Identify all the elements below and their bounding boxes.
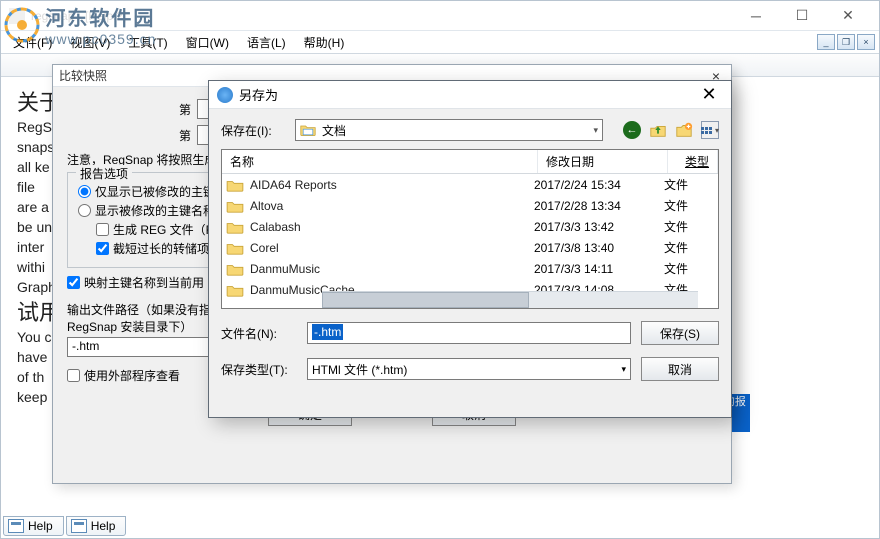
file-list: 名称 修改日期 类型 AIDA64 Reports2017/2/24 15:34… [221,149,719,309]
filename-label: 文件名(N): [221,325,297,342]
checkbox-label: 截短过长的转储项 [113,240,209,257]
file-name: AIDA64 Reports [250,178,534,192]
back-icon[interactable]: ← [623,121,641,139]
maximize-button[interactable]: ☐ [779,2,825,30]
tab-help-1[interactable]: Help [3,516,64,536]
file-date: 2017/2/24 15:34 [534,178,664,192]
up-one-level-icon[interactable] [649,121,667,139]
filetype-select[interactable]: HTMl 文件 (*.htm) ▾ [307,358,631,380]
folder-icon [226,283,244,297]
file-type: 文件 [664,239,714,256]
checkbox-label: 生成 REG 文件（R [113,221,214,238]
new-folder-icon[interactable] [675,121,693,139]
file-date: 2017/3/3 13:42 [534,220,664,234]
filetype-label: 保存类型(T): [221,361,297,378]
chevron-down-icon: ▾ [621,364,626,375]
file-date: 2017/2/28 13:34 [534,199,664,213]
checkbox-label: 映射主键名称到当前用 [84,274,204,291]
checkbox-external-viewer[interactable] [67,369,80,382]
location-combo[interactable]: 文档 ▾ [295,119,603,141]
list-item[interactable]: DanmuMusic2017/3/3 14:11文件 [222,258,718,279]
menu-window[interactable]: 窗口(W) [178,32,237,53]
chevron-down-icon: ▾ [593,125,598,136]
menu-help[interactable]: 帮助(H) [296,32,353,53]
file-name: Altova [250,199,534,213]
save-button[interactable]: 保存(S) [641,321,719,345]
group-title: 报告选项 [76,165,132,182]
horizontal-scrollbar[interactable] [322,291,698,308]
file-type: 文件 [664,218,714,235]
file-type: 文件 [664,176,714,193]
menubar: 文件(F) 视图(V) 工具(T) 窗口(W) 语言(L) 帮助(H) _ ❐ … [1,31,879,53]
radio-label: 仅显示已被修改的主键 [95,183,215,200]
menu-file[interactable]: 文件(F) [5,32,60,53]
list-item[interactable]: Altova2017/2/28 13:34文件 [222,195,718,216]
checkbox-gen-reg[interactable] [96,223,109,236]
bottom-tabs: Help Help [3,514,128,536]
list-item[interactable]: AIDA64 Reports2017/2/24 15:34文件 [222,174,718,195]
file-name: Corel [250,241,534,255]
document-icon [8,519,24,533]
file-date: 2017/3/8 13:40 [534,241,664,255]
filename-input[interactable]: -.htm [307,322,631,344]
file-name: Calabash [250,220,534,234]
location-value: 文档 [322,122,346,139]
window-title: regsnap - [Help:2] [31,9,733,23]
folder-icon [226,178,244,192]
list-item[interactable]: Corel2017/3/8 13:40文件 [222,237,718,258]
menu-lang[interactable]: 语言(L) [239,32,294,53]
second-snapshot-label: 第 [67,127,197,144]
app-icon [9,8,25,24]
dialog-titlebar[interactable]: 另存为 ✕ [209,81,731,109]
dialog-title: 另存为 [239,85,695,104]
folder-icon [226,262,244,276]
save-as-dialog: 另存为 ✕ 保存在(I): 文档 ▾ ← ▾ [208,80,732,418]
list-item[interactable]: Calabash2017/3/3 13:42文件 [222,216,718,237]
col-date[interactable]: 修改日期 [538,150,668,173]
radio-label: 显示被修改的主键名称 [95,202,215,219]
file-type: 文件 [664,197,714,214]
tab-label: Help [91,519,116,533]
column-headers: 名称 修改日期 类型 [222,150,718,174]
col-name[interactable]: 名称 [222,150,538,173]
folder-icon [226,220,244,234]
radio-modified-only[interactable] [78,185,91,198]
checkbox-label: 使用外部程序查看 [84,367,180,384]
save-in-label: 保存在(I): [221,122,285,139]
file-name: DanmuMusic [250,262,534,276]
tab-label: Help [28,519,53,533]
checkbox-truncate[interactable] [96,242,109,255]
globe-icon [217,87,233,103]
folder-icon [226,241,244,255]
radio-show-all[interactable] [78,204,91,217]
main-titlebar[interactable]: regsnap - [Help:2] ─ ☐ ✕ [1,1,879,31]
view-menu-icon[interactable]: ▾ [701,121,719,139]
minimize-button[interactable]: ─ [733,2,779,30]
close-button[interactable]: ✕ [825,2,871,30]
folder-icon [226,199,244,213]
scrollbar-thumb[interactable] [322,292,529,308]
mdi-close-button[interactable]: × [857,34,875,50]
checkbox-map-keys[interactable] [67,276,80,289]
filetype-value: HTMl 文件 (*.htm) [312,361,407,378]
menu-view[interactable]: 视图(V) [62,32,118,53]
filename-value: -.htm [312,324,343,340]
col-type[interactable]: 类型 [668,150,718,173]
file-type: 文件 [664,260,714,277]
mdi-restore-button[interactable]: ❐ [837,34,855,50]
document-icon [71,519,87,533]
cancel-button[interactable]: 取消 [641,357,719,381]
mdi-minimize-button[interactable]: _ [817,34,835,50]
file-date: 2017/3/3 14:11 [534,262,664,276]
tab-help-2[interactable]: Help [66,516,127,536]
close-icon[interactable]: ✕ [695,84,723,106]
folder-icon [300,123,316,137]
first-snapshot-label: 第 [67,101,197,118]
menu-tools[interactable]: 工具(T) [120,32,175,53]
